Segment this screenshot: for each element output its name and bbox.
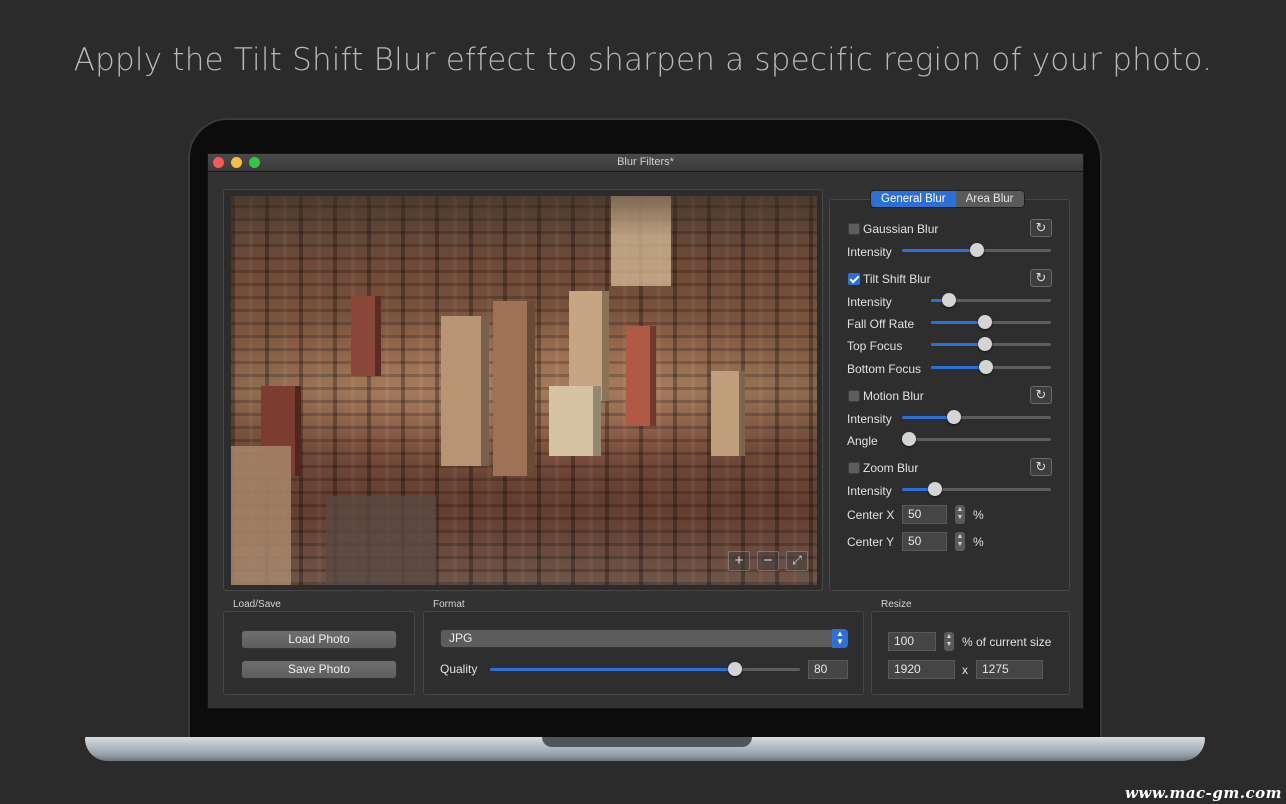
plus-icon: +: [734, 552, 744, 569]
motion-intensity-label: Intensity: [847, 412, 892, 426]
resize-width-field[interactable]: 1920: [888, 660, 955, 679]
zoom-intensity-slider[interactable]: [902, 481, 1051, 497]
format-title: Format: [433, 599, 465, 610]
load-photo-button[interactable]: Load Photo: [241, 630, 397, 649]
tilt-shift-checkbox[interactable]: [848, 273, 860, 285]
bottom-focus-label: Bottom Focus: [847, 362, 922, 376]
reset-icon: ↻: [1035, 459, 1047, 474]
resize-height-field[interactable]: 1275: [976, 660, 1043, 679]
zoom-reset-button[interactable]: ↻: [1030, 458, 1052, 476]
center-y-label: Center Y: [847, 535, 895, 549]
center-x-stepper[interactable]: ▲ ▼: [955, 505, 965, 524]
resize-percent-stepper[interactable]: ▲ ▼: [944, 632, 954, 651]
minus-icon: −: [763, 552, 773, 569]
motion-blur-label: Motion Blur: [863, 389, 924, 403]
center-y-field[interactable]: 50: [902, 532, 947, 551]
reset-icon: ↻: [1035, 270, 1047, 285]
format-select[interactable]: JPG ▲ ▼: [440, 629, 848, 648]
laptop-notch: [542, 737, 752, 747]
bottom-focus-slider[interactable]: [931, 359, 1051, 375]
zoom-in-button[interactable]: +: [728, 551, 750, 571]
tilt-shift-label: Tilt Shift Blur: [863, 272, 931, 286]
reset-icon: ↻: [1035, 387, 1047, 402]
top-focus-slider[interactable]: [931, 336, 1051, 352]
center-x-label: Center X: [847, 508, 895, 522]
title-bar: Blur Filters*: [208, 154, 1083, 172]
photo-preview-panel: + − ⤢: [223, 189, 823, 591]
format-group: JPG ▲ ▼ Quality 80: [423, 611, 864, 695]
falloff-label: Fall Off Rate: [847, 317, 915, 331]
resize-x-label: x: [962, 663, 968, 677]
tab-area-blur[interactable]: Area Blur: [955, 191, 1024, 207]
fit-button[interactable]: ⤢: [786, 551, 808, 571]
resize-title: Resize: [881, 599, 912, 610]
motion-intensity-slider[interactable]: [902, 409, 1051, 425]
quality-label: Quality: [440, 662, 478, 676]
resize-percent-field[interactable]: 100: [888, 632, 936, 651]
center-y-stepper[interactable]: ▲ ▼: [955, 532, 965, 551]
quality-slider[interactable]: [490, 661, 800, 677]
load-save-group: Load Photo Save Photo: [223, 611, 415, 695]
zoom-blur-label: Zoom Blur: [863, 461, 919, 475]
gaussian-blur-checkbox[interactable]: [848, 223, 860, 235]
motion-blur-checkbox[interactable]: [848, 390, 860, 402]
tab-general-blur[interactable]: General Blur: [871, 191, 956, 207]
resize-group: 100 ▲ ▼ % of current size 1920 x 1275: [871, 611, 1070, 695]
gaussian-intensity-slider[interactable]: [902, 242, 1051, 258]
top-focus-label: Top Focus: [847, 339, 903, 353]
headline: Apply the Tilt Shift Blur effect to shar…: [73, 42, 1213, 78]
quality-field[interactable]: 80: [808, 660, 848, 679]
expand-icon: ⤢: [792, 553, 802, 567]
zoom-blur-checkbox[interactable]: [848, 462, 860, 474]
motion-reset-button[interactable]: ↻: [1030, 386, 1052, 404]
angle-slider[interactable]: [902, 431, 1051, 447]
window-content: + − ⤢ General Blur Area Blur Gaussian Bl…: [208, 172, 1083, 708]
blur-tabs: General Blur Area Blur: [870, 190, 1025, 208]
falloff-slider[interactable]: [931, 314, 1051, 330]
save-photo-button[interactable]: Save Photo: [241, 660, 397, 679]
center-x-field[interactable]: 50: [902, 505, 947, 524]
tilt-shift-reset-button[interactable]: ↻: [1030, 269, 1052, 287]
photo-preview: [231, 196, 817, 585]
tilt-intensity-slider[interactable]: [931, 292, 1051, 308]
angle-label: Angle: [847, 434, 878, 448]
gaussian-reset-button[interactable]: ↻: [1030, 219, 1052, 237]
gaussian-intensity-label: Intensity: [847, 245, 892, 259]
app-window: Blur Filters* + − ⤢ General Blur Area Bl…: [207, 153, 1084, 709]
zoom-intensity-label: Intensity: [847, 484, 892, 498]
reset-icon: ↻: [1035, 220, 1047, 235]
load-save-title: Load/Save: [233, 599, 281, 610]
resize-percent-label: % of current size: [962, 635, 1052, 649]
format-select-value: JPG: [449, 631, 473, 645]
chevron-updown-icon: ▲ ▼: [832, 629, 848, 648]
center-y-unit: %: [973, 535, 984, 549]
watermark: www.mac-gm.com: [1125, 784, 1282, 802]
tilt-intensity-label: Intensity: [847, 295, 892, 309]
zoom-out-button[interactable]: −: [757, 551, 779, 571]
gaussian-blur-label: Gaussian Blur: [863, 222, 939, 236]
center-x-unit: %: [973, 508, 984, 522]
window-title: Blur Filters*: [617, 156, 674, 168]
